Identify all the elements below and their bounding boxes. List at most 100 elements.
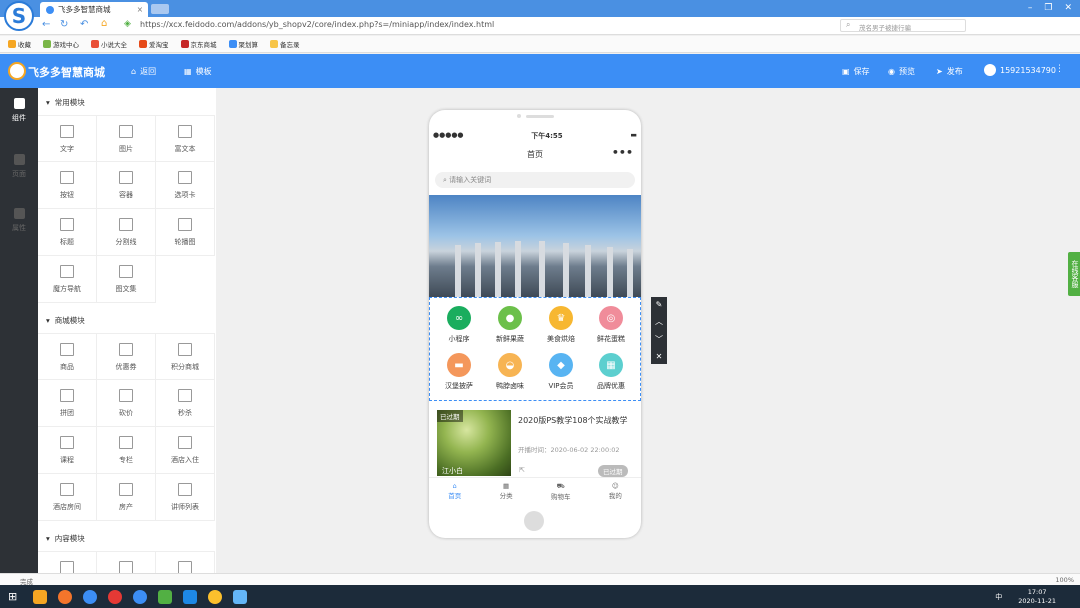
section-common[interactable]: ▾ 常用模块 <box>46 97 85 108</box>
more-vertical-icon[interactable]: ⋮ <box>1055 64 1064 74</box>
component-container[interactable]: 容器 <box>97 162 156 209</box>
grid-item-brand[interactable]: ▦ 品牌优惠 <box>586 345 636 391</box>
browser-tab[interactable]: 飞多多智慧商城 × <box>40 2 148 17</box>
component-content-2[interactable] <box>97 551 156 573</box>
user-menu[interactable]: 15921534790 <box>984 64 1056 76</box>
save-button[interactable]: ▣ 保存 <box>842 66 870 77</box>
home-icon[interactable]: ⌂ <box>101 18 107 29</box>
course-thumbnail[interactable]: 已过期 江小白 <box>437 410 511 476</box>
ime-indicator[interactable]: 中 <box>995 592 1002 602</box>
component-image[interactable]: 图片 <box>97 115 156 162</box>
url-text[interactable]: https://xcx.feidodo.com/addons/yb_shopv2… <box>140 20 494 29</box>
component-hotel-checkin[interactable]: 酒店入住 <box>156 427 215 474</box>
magic-nav-grid[interactable]: ∞ 小程序 ● 新鲜果蔬 ♛ 美食烘焙 ◎ 鲜花蛋糕 ▬ 汉堡披萨 ◒ 鸭脖卤味 ◆ VIP会… <box>429 297 641 401</box>
zoom-level[interactable]: 100% <box>1055 576 1074 584</box>
component-gallery[interactable]: 图文集 <box>97 256 156 303</box>
back-icon[interactable]: ← <box>42 19 50 30</box>
grid-item-miniprogram[interactable]: ∞ 小程序 <box>434 298 484 344</box>
component-course[interactable]: 课程 <box>38 427 97 474</box>
minimize-icon[interactable]: – <box>1028 3 1033 13</box>
rail-item-components[interactable]: 组件 <box>0 98 38 123</box>
delete-icon[interactable]: ✕ <box>656 352 663 361</box>
publish-button[interactable]: ➤ 发布 <box>936 66 963 77</box>
component-goods[interactable]: 商品 <box>38 333 97 380</box>
section-content[interactable]: ▾ 内容模块 <box>46 533 85 544</box>
taskbar-app-7[interactable] <box>183 589 197 604</box>
editor-canvas <box>216 88 1080 573</box>
share-icon[interactable]: ⇱ <box>519 466 525 474</box>
online-service-button[interactable]: 在线客服 <box>1068 252 1080 296</box>
taskbar-app-3[interactable] <box>83 589 97 604</box>
component-hotel-room[interactable]: 酒店房间 <box>38 474 97 521</box>
move-up-icon[interactable]: ︿ <box>655 316 663 327</box>
bookmark-games[interactable]: 游戏中心 <box>43 39 79 49</box>
component-button[interactable]: 按钮 <box>38 162 97 209</box>
component-divider[interactable]: 分割线 <box>97 209 156 256</box>
component-tabs[interactable]: 选项卡 <box>156 162 215 209</box>
component-group-buy[interactable]: 拼团 <box>38 380 97 427</box>
course-title[interactable]: 2020版PS教学108个实战教学 <box>518 415 630 427</box>
more-dots-icon[interactable]: ••• <box>612 146 633 159</box>
refresh-icon[interactable]: ↻ <box>60 19 68 30</box>
back-button[interactable]: ⌂ 返回 <box>131 66 156 77</box>
grid-item-flowers[interactable]: ◎ 鲜花蛋糕 <box>586 298 636 344</box>
move-down-icon[interactable]: ﹀ <box>655 334 663 345</box>
bookmark-juhuasuan[interactable]: 聚划算 <box>228 39 258 49</box>
component-real-estate[interactable]: 房产 <box>97 474 156 521</box>
grid-item-duck[interactable]: ◒ 鸭脖卤味 <box>485 345 535 391</box>
grid-item-burger[interactable]: ▬ 汉堡披萨 <box>434 345 484 391</box>
grid-item-vip[interactable]: ◆ VIP会员 <box>536 345 586 391</box>
browser-search-input[interactable]: 茂名男子被捷行骗 <box>840 19 966 32</box>
group-icon <box>60 389 74 402</box>
component-coupon[interactable]: 优惠券 <box>97 333 156 380</box>
miniprogram-icon: ∞ <box>447 306 471 330</box>
component-richtext[interactable]: 富文本 <box>156 115 215 162</box>
component-flash-sale[interactable]: 秒杀 <box>156 380 215 427</box>
tab-mine[interactable]: ☺ 我的 <box>609 478 622 505</box>
edit-icon[interactable]: ✎ <box>656 300 663 309</box>
component-column[interactable]: 专栏 <box>97 427 156 474</box>
component-points-mall[interactable]: 积分商城 <box>156 333 215 380</box>
taskbar-app-1[interactable] <box>33 589 47 604</box>
component-carousel[interactable]: 轮播图 <box>156 209 215 256</box>
windows-start-icon[interactable]: ⊞ <box>8 590 22 604</box>
component-content-1[interactable] <box>38 551 97 573</box>
component-teachers[interactable]: 讲师列表 <box>156 474 215 521</box>
taskbar-clock[interactable]: 17:07 2020-11-21 <box>1018 588 1056 606</box>
component-text[interactable]: 文字 <box>38 115 97 162</box>
close-icon[interactable]: × <box>137 5 143 14</box>
new-tab-button[interactable] <box>151 4 169 14</box>
undo-icon[interactable]: ↶ <box>80 19 88 30</box>
bookmark-jd[interactable]: 京东商城 <box>180 39 217 49</box>
taskbar-browser[interactable] <box>133 589 147 604</box>
tab-home[interactable]: ⌂ 首页 <box>448 478 461 505</box>
bookmark-memo[interactable]: 备忘录 <box>270 39 300 49</box>
rail-item-page[interactable]: 页面 <box>0 154 38 179</box>
rail-item-properties[interactable]: 属性 <box>0 208 38 233</box>
close-window-icon[interactable]: ✕ <box>1064 3 1072 13</box>
taskbar-app-2[interactable] <box>58 589 72 604</box>
component-title[interactable]: 标题 <box>38 209 97 256</box>
preview-button[interactable]: ◉ 预览 <box>888 66 915 77</box>
tab-category[interactable]: ▦ 分类 <box>500 478 513 505</box>
goods-icon <box>60 343 74 356</box>
taskbar-app-4[interactable] <box>108 589 122 604</box>
section-shop[interactable]: ▾ 商城模块 <box>46 315 85 326</box>
template-button[interactable]: ▦ 模板 <box>184 66 212 77</box>
restore-icon[interactable]: ❐ <box>1044 3 1052 13</box>
component-magic-nav[interactable]: 魔方导航 <box>38 256 97 303</box>
component-bargain[interactable]: 砍价 <box>97 380 156 427</box>
component-content-3[interactable] <box>156 551 215 573</box>
grid-item-fruit[interactable]: ● 新鲜果蔬 <box>485 298 535 344</box>
taskbar-app-9[interactable] <box>233 589 247 604</box>
grid-item-bakery[interactable]: ♛ 美食烘焙 <box>536 298 586 344</box>
caret-down-icon: ▾ <box>46 534 50 543</box>
taskbar-chrome[interactable] <box>208 589 222 604</box>
bookmark-novels[interactable]: 小说大全 <box>91 39 127 49</box>
phone-search-input[interactable]: ⌕ 请输入关键词 <box>435 172 635 188</box>
bookmark-favorites[interactable]: 收藏 <box>8 39 31 49</box>
bookmark-taobao[interactable]: 爱淘宝 <box>139 39 169 49</box>
tab-cart[interactable]: ⛟ 购物车 <box>551 478 571 505</box>
banner-image[interactable] <box>429 195 641 297</box>
taskbar-app-6[interactable] <box>158 589 172 604</box>
